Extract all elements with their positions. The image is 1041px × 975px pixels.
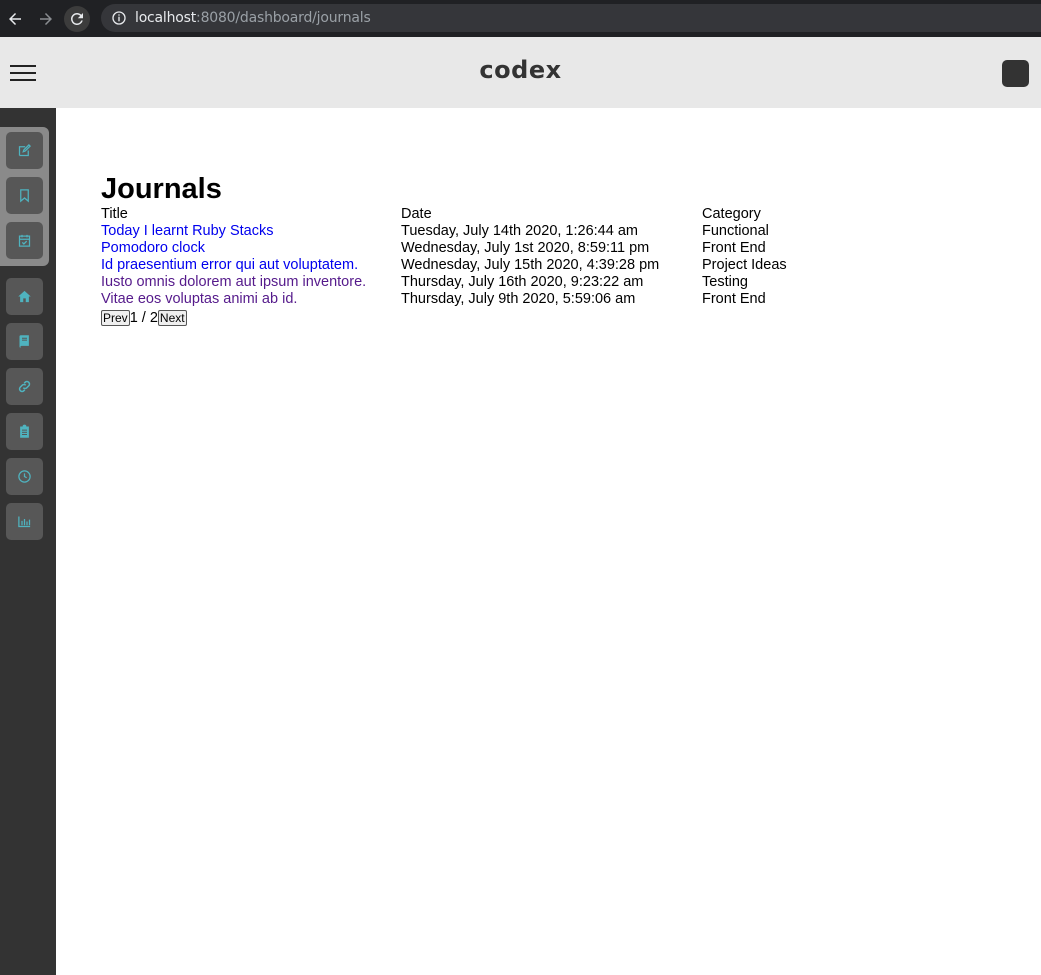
page-indicator: 1 / 2 xyxy=(129,310,158,326)
table-row: Vitae eos voluptas animi ab id. Thursday… xyxy=(101,291,1001,308)
bookmark-icon xyxy=(20,189,29,203)
page-title: Journals xyxy=(101,173,222,205)
edit-icon xyxy=(18,143,32,157)
journal-date: Tuesday, July 14th 2020, 1:26:44 am xyxy=(401,223,638,239)
pagination: Prev 1 / 2 Next xyxy=(101,309,1001,327)
sidebar-item-journals[interactable] xyxy=(6,323,43,360)
journal-title-link[interactable]: Iusto omnis dolorem aut ipsum inventore. xyxy=(101,274,366,291)
arrow-right-icon xyxy=(40,12,52,25)
sidebar-item-notes[interactable] xyxy=(6,413,43,450)
info-icon xyxy=(112,11,126,25)
prev-page-button[interactable]: Prev xyxy=(101,310,130,326)
calendar-check-icon xyxy=(18,234,31,247)
table-row: Pomodoro clock Wednesday, July 1st 2020,… xyxy=(101,240,1001,257)
reload-icon xyxy=(70,12,83,25)
journal-category: Testing xyxy=(702,274,748,290)
journal-date: Thursday, July 16th 2020, 9:23:22 am xyxy=(401,274,644,290)
url-host: localhost xyxy=(135,10,197,26)
arrow-left-icon xyxy=(9,12,21,25)
table-row: Id praesentium error qui aut voluptatem.… xyxy=(101,257,1001,274)
sidebar-item-bookmarks[interactable] xyxy=(6,177,43,214)
sidebar-item-home[interactable] xyxy=(6,278,43,315)
reload-button[interactable] xyxy=(64,5,90,32)
journal-date: Wednesday, July 1st 2020, 8:59:11 pm xyxy=(401,240,650,256)
clock-icon xyxy=(18,470,31,483)
back-button[interactable] xyxy=(2,6,28,32)
url-text: localhost:8080/dashboard/journals xyxy=(135,10,371,26)
browser-toolbar: localhost:8080/dashboard/journals xyxy=(0,0,1041,37)
journal-category: Functional xyxy=(702,223,769,239)
forward-button[interactable] xyxy=(33,6,59,32)
column-header-category: Category xyxy=(702,206,761,222)
brand-logo: codex xyxy=(479,56,562,84)
journal-title-link[interactable]: Id praesentium error qui aut voluptatem. xyxy=(101,257,358,274)
table-row: Iusto omnis dolorem aut ipsum inventore.… xyxy=(101,274,1001,291)
address-bar[interactable]: localhost:8080/dashboard/journals xyxy=(101,4,1041,32)
app-header: codex xyxy=(0,37,1041,108)
journal-category: Front End xyxy=(702,240,766,256)
journals-table: Title Date Category Today I learnt Ruby … xyxy=(101,206,1001,327)
sidebar-item-timer[interactable] xyxy=(6,458,43,495)
url-path: :8080/dashboard/journals xyxy=(196,10,371,26)
table-row: Today I learnt Ruby Stacks Tuesday, July… xyxy=(101,223,1001,240)
journal-date: Wednesday, July 15th 2020, 4:39:28 pm xyxy=(401,257,660,273)
journal-category: Project Ideas xyxy=(702,257,787,273)
sidebar-item-links[interactable] xyxy=(6,368,43,405)
journal-title-link[interactable]: Vitae eos voluptas animi ab id. xyxy=(101,291,297,308)
journal-category: Front End xyxy=(702,291,766,307)
journal-title-link[interactable]: Pomodoro clock xyxy=(101,240,205,257)
journal-title-link[interactable]: Today I learnt Ruby Stacks xyxy=(101,223,273,240)
column-header-date: Date xyxy=(401,206,432,222)
sidebar-item-stats[interactable] xyxy=(6,503,43,540)
home-icon xyxy=(18,290,31,303)
sidebar-item-new-journal[interactable] xyxy=(6,132,43,169)
bar-chart-icon xyxy=(18,516,31,528)
profile-button[interactable] xyxy=(1002,60,1029,87)
next-page-button[interactable]: Next xyxy=(157,310,187,326)
journal-date: Thursday, July 9th 2020, 5:59:06 am xyxy=(401,291,636,307)
link-icon xyxy=(18,380,31,393)
table-header-row: Title Date Category xyxy=(101,206,1001,223)
clipboard-icon xyxy=(20,424,29,438)
sidebar xyxy=(0,108,56,975)
column-header-title: Title xyxy=(101,206,128,222)
book-icon xyxy=(19,335,29,348)
sidebar-item-tasks[interactable] xyxy=(6,222,43,259)
